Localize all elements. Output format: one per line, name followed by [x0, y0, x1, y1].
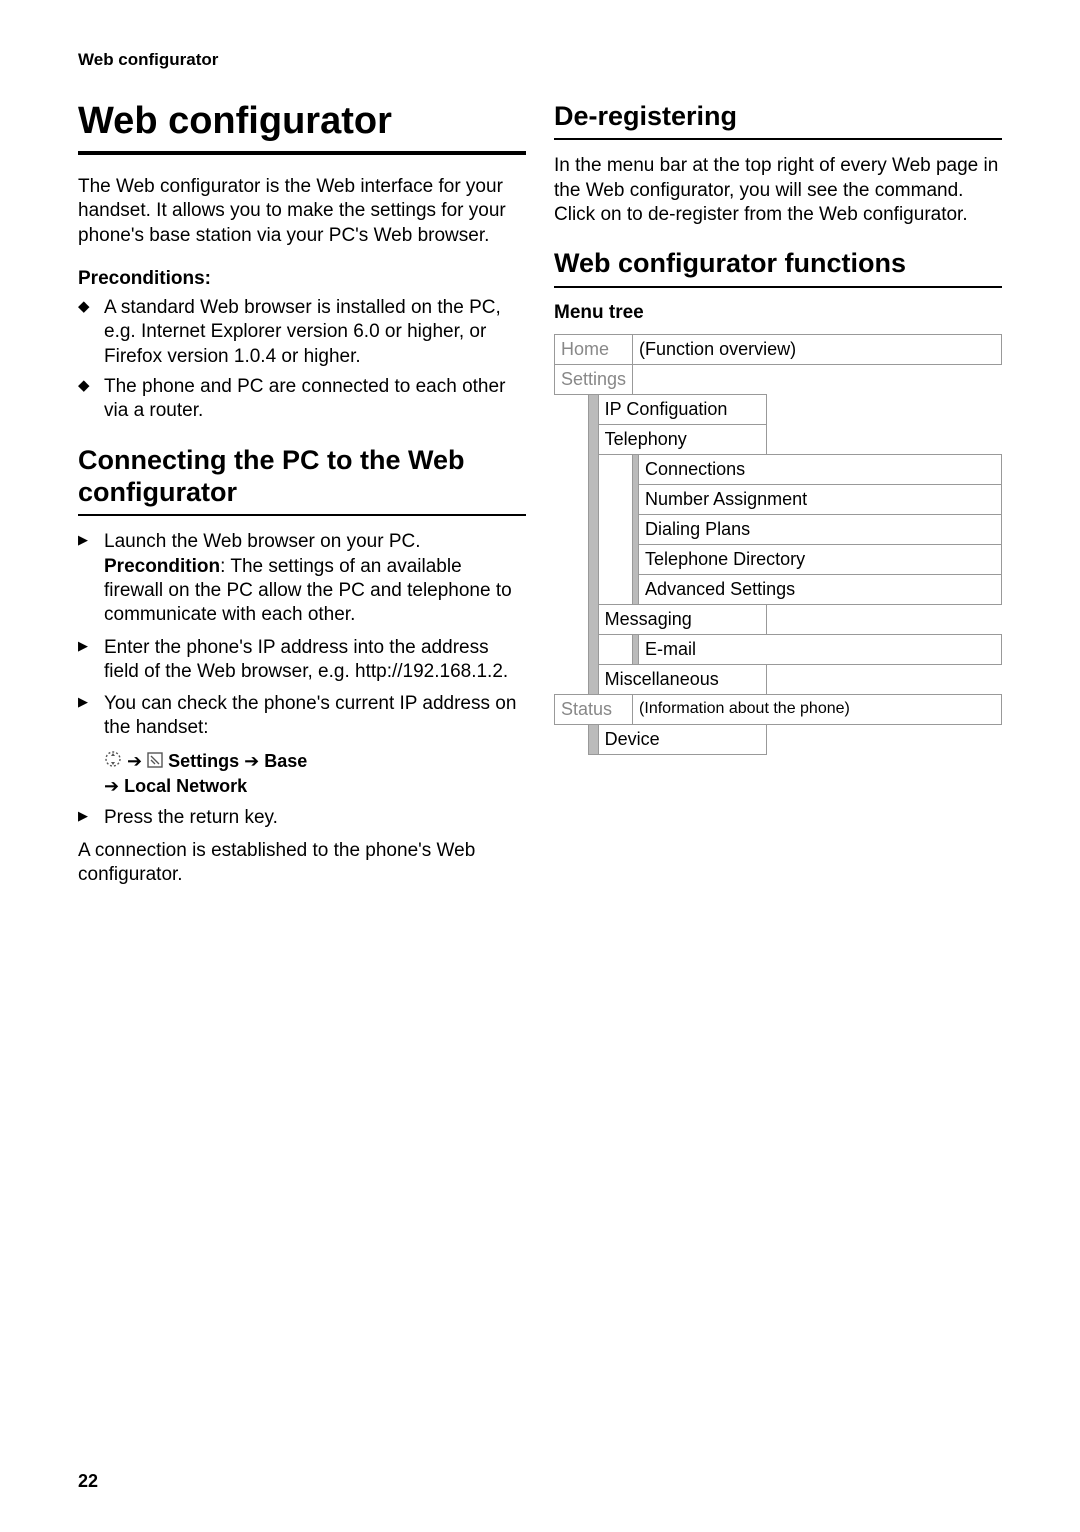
table-row: E-mail [555, 634, 1002, 664]
page-number: 22 [78, 1471, 98, 1492]
intro-paragraph: The Web configurator is the Web interfac… [78, 175, 526, 248]
section-title-connecting: Connecting the PC to the Web configurato… [78, 444, 526, 509]
title-rule [78, 151, 526, 155]
left-column: Web configurator The Web configurator is… [78, 100, 526, 907]
menutree-heading: Menu tree [554, 302, 1002, 324]
tree-bar [589, 724, 598, 754]
preconditions-heading: Preconditions: [78, 268, 526, 290]
page-title: Web configurator [78, 100, 526, 143]
tree-settings: Settings [555, 364, 633, 394]
two-column-layout: Web configurator The Web configurator is… [78, 100, 1002, 907]
table-row: Home (Function overview) [555, 334, 1002, 364]
steps-list-2: Press the return key. [78, 806, 526, 830]
tree-connections: Connections [639, 454, 1002, 484]
tree-messaging: Messaging [598, 604, 766, 634]
table-row: Status (Information about the phone) [555, 694, 1002, 724]
tree-dialing: Dialing Plans [639, 514, 1002, 544]
section-rule [554, 286, 1002, 288]
table-row: Telephone Directory [555, 544, 1002, 574]
table-row: Connections [555, 454, 1002, 484]
menu-path: ➔ Settings ➔ Base ➔ Local Network [78, 749, 526, 799]
menu-tree-table: Home (Function overview) Settings IP Con… [554, 334, 1002, 755]
table-row: Dialing Plans [555, 514, 1002, 544]
step-text: You can check the phone's current IP add… [104, 693, 516, 738]
table-row: IP Configuation [555, 394, 1002, 424]
tree-status-note: (Information about the phone) [633, 694, 1002, 724]
step-text: Launch the Web browser on your PC. [104, 531, 421, 552]
outro-paragraph: A connection is established to the phone… [78, 839, 526, 888]
tree-home: Home [555, 334, 633, 364]
section-title-functions: Web configurator functions [554, 247, 1002, 279]
tree-bar [589, 394, 598, 694]
table-row: Device [555, 724, 1002, 754]
tree-misc: Miscellaneous [598, 664, 766, 694]
tree-telephony: Telephony [598, 424, 766, 454]
step-text: Enter the phone's IP address into the ad… [104, 637, 508, 682]
tree-status: Status [555, 694, 633, 724]
dereg-paragraph: In the menu bar at the top right of ever… [554, 154, 1002, 227]
table-row: Settings [555, 364, 1002, 394]
running-head: Web configurator [78, 50, 1002, 70]
list-item: A standard Web browser is installed on t… [78, 296, 526, 369]
table-row: Number Assignment [555, 484, 1002, 514]
step-bold: Precondition [104, 556, 220, 577]
tree-email: E-mail [639, 634, 1002, 664]
tree-number: Number Assignment [639, 484, 1002, 514]
section-title-dereg: De-registering [554, 100, 1002, 132]
menu-localnet-label: Local Network [124, 776, 247, 796]
table-row: Messaging [555, 604, 1002, 634]
navkey-icon [104, 750, 122, 774]
list-item: Launch the Web browser on your PC. Preco… [78, 530, 526, 627]
section-rule [78, 514, 526, 516]
tree-home-note: (Function overview) [633, 334, 1002, 364]
menu-settings-label: Settings [168, 751, 244, 771]
menu-base-label: Base [264, 751, 307, 771]
tree-device: Device [598, 724, 766, 754]
tree-directory: Telephone Directory [639, 544, 1002, 574]
section-rule [554, 138, 1002, 140]
table-row: Advanced Settings [555, 574, 1002, 604]
table-row: Telephony [555, 424, 1002, 454]
list-item: Enter the phone's IP address into the ad… [78, 636, 526, 685]
right-column: De-registering In the menu bar at the to… [554, 100, 1002, 907]
list-item: The phone and PC are connected to each o… [78, 375, 526, 424]
tree-advanced: Advanced Settings [639, 574, 1002, 604]
list-item: Press the return key. [78, 806, 526, 830]
menu-box-icon [147, 750, 163, 774]
list-item: You can check the phone's current IP add… [78, 692, 526, 741]
tree-ip: IP Configuation [598, 394, 766, 424]
arrow-icon: ➔ [244, 751, 264, 771]
arrow-icon: ➔ [104, 776, 124, 796]
arrow-icon: ➔ [127, 751, 147, 771]
steps-list: Launch the Web browser on your PC. Preco… [78, 530, 526, 741]
table-row: Miscellaneous [555, 664, 1002, 694]
preconditions-list: A standard Web browser is installed on t… [78, 296, 526, 424]
